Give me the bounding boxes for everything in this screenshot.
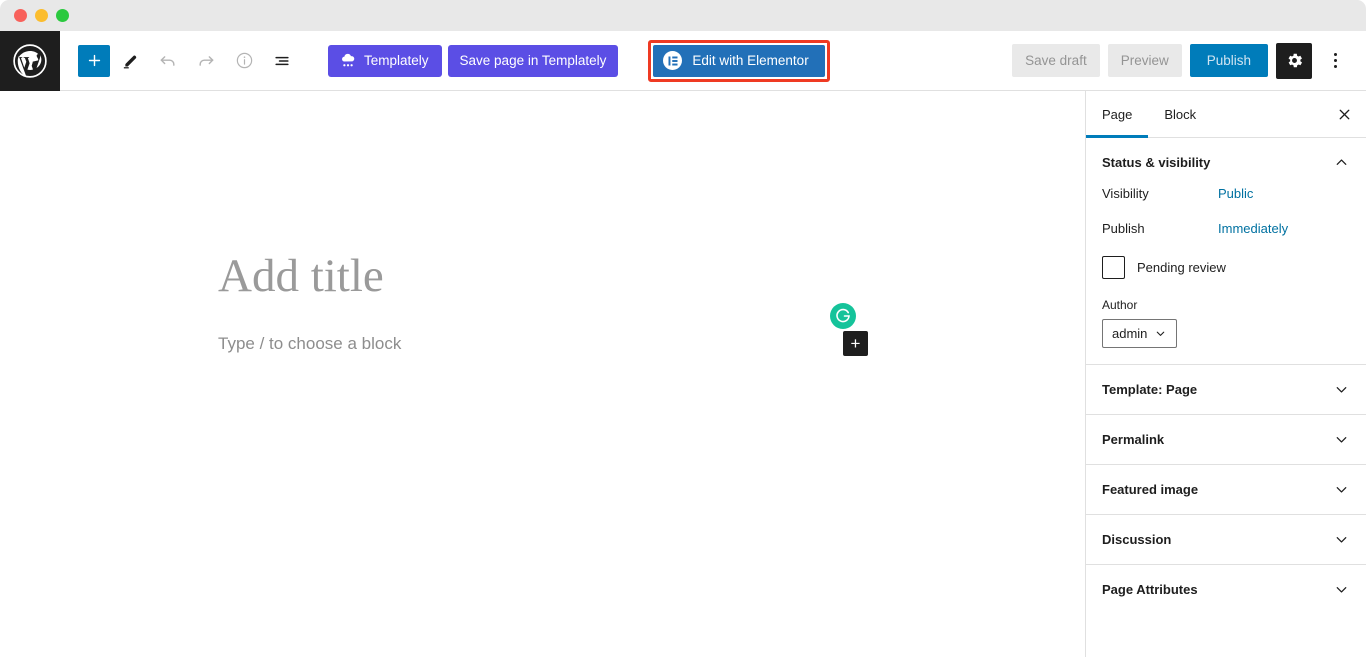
publish-label: Publish xyxy=(1102,221,1145,236)
pending-review-checkbox[interactable] xyxy=(1102,256,1125,279)
templately-button[interactable]: Templately xyxy=(328,44,442,77)
author-label: Author xyxy=(1102,298,1138,312)
status-and-visibility-title: Status & visibility xyxy=(1102,154,1211,170)
preview-button[interactable]: Preview xyxy=(1107,44,1182,77)
close-icon xyxy=(1339,109,1349,119)
more-vertical-icon xyxy=(1333,59,1337,62)
pending-review-row: Pending review xyxy=(1102,256,1350,279)
settings-sidebar: Page Block Status & visibility Visibilit… xyxy=(1085,91,1366,657)
more-options-button[interactable] xyxy=(1320,43,1350,79)
wordpress-logo-icon[interactable] xyxy=(0,31,60,91)
gear-icon xyxy=(1288,53,1302,68)
chevron-down-icon xyxy=(1333,431,1350,448)
panel-label: Permalink xyxy=(1102,432,1165,447)
publish-button[interactable]: Publish xyxy=(1189,44,1268,77)
panel-featured-image[interactable]: Featured image xyxy=(1086,464,1366,514)
editor-body: Add title Type / to choose a block + Pag… xyxy=(0,91,1366,657)
panel-permalink[interactable]: Permalink xyxy=(1086,414,1366,464)
panel-label: Featured image xyxy=(1102,482,1199,497)
redo-icon xyxy=(199,55,214,66)
settings-button[interactable] xyxy=(1276,42,1312,79)
visibility-label: Visibility xyxy=(1102,186,1149,201)
pencil-icon xyxy=(123,55,136,69)
elementor-highlight-box: Edit with Elementor xyxy=(648,39,830,82)
panel-discussion[interactable]: Discussion xyxy=(1086,514,1366,564)
visibility-row: Visibility Public xyxy=(1102,186,1350,201)
more-vertical-icon xyxy=(1333,65,1337,68)
plus-icon xyxy=(88,54,100,67)
editor-header: Templately Save page in Templately Edit … xyxy=(0,31,1366,91)
panel-page-attributes[interactable]: Page Attributes xyxy=(1086,564,1366,614)
plugin-button-group: Templately Save page in Templately xyxy=(328,44,619,77)
panel-label: Discussion xyxy=(1102,532,1172,547)
editor-canvas[interactable]: Add title Type / to choose a block + xyxy=(0,91,1085,657)
chevron-down-icon xyxy=(1157,331,1165,336)
author-select[interactable]: admin xyxy=(1102,319,1178,348)
chevron-up-icon xyxy=(1333,154,1350,171)
save-page-in-templately-button[interactable]: Save page in Templately xyxy=(447,44,619,77)
edit-with-elementor-label: Edit with Elementor xyxy=(692,53,809,68)
author-value: admin xyxy=(1112,326,1148,341)
chevron-down-icon xyxy=(1333,381,1350,398)
chevron-down-icon xyxy=(1333,581,1350,598)
window-close-button[interactable] xyxy=(14,9,27,22)
publish-row: Publish Immediately xyxy=(1102,221,1350,236)
templately-cloud-icon xyxy=(339,52,357,70)
tab-block[interactable]: Block xyxy=(1148,91,1212,137)
undo-icon xyxy=(160,55,175,66)
post-title-input[interactable]: Add title xyxy=(218,249,384,303)
block-inserter-button[interactable] xyxy=(78,44,110,77)
templately-button-label: Templately xyxy=(364,53,429,68)
chevron-down-icon xyxy=(1333,481,1350,498)
redo-button[interactable] xyxy=(188,43,224,79)
tools-edit-mode-button[interactable] xyxy=(112,43,148,79)
more-vertical-icon xyxy=(1333,53,1337,56)
undo-button[interactable] xyxy=(150,43,186,79)
panel-label: Page Attributes xyxy=(1102,582,1198,597)
panel-template-page[interactable]: Template: Page xyxy=(1086,364,1366,414)
list-view-button[interactable] xyxy=(264,43,300,79)
window-minimize-button[interactable] xyxy=(35,9,48,22)
sidebar-tabs: Page Block xyxy=(1086,91,1366,138)
visibility-value-button[interactable]: Public xyxy=(1218,186,1253,201)
header-right-toolbar: Save draft Preview Publish xyxy=(1012,31,1366,90)
window-maximize-button[interactable] xyxy=(56,9,69,22)
panel-label: Template: Page xyxy=(1102,382,1198,397)
status-and-visibility-panel-header[interactable]: Status & visibility xyxy=(1086,138,1366,186)
edit-with-elementor-button[interactable]: Edit with Elementor xyxy=(653,44,825,77)
close-sidebar-button[interactable] xyxy=(1322,91,1366,137)
save-draft-button[interactable]: Save draft xyxy=(1012,44,1100,77)
info-icon xyxy=(236,52,252,69)
header-left-toolbar: Templately Save page in Templately Edit … xyxy=(60,31,830,90)
list-view-icon xyxy=(275,56,289,65)
window-title-bar xyxy=(0,0,1366,31)
elementor-logo-icon xyxy=(663,51,683,70)
default-block-input[interactable]: Type / to choose a block xyxy=(218,334,401,354)
block-appender-button[interactable]: + xyxy=(843,331,868,356)
grammarly-icon[interactable] xyxy=(830,303,856,329)
chevron-down-icon xyxy=(1333,531,1350,548)
publish-value-button[interactable]: Immediately xyxy=(1218,221,1288,236)
details-button[interactable] xyxy=(226,43,262,79)
tab-page[interactable]: Page xyxy=(1086,91,1149,138)
pending-review-label: Pending review xyxy=(1137,260,1226,275)
status-and-visibility-panel-body: Visibility Public Publish Immediately Pe… xyxy=(1086,186,1366,364)
